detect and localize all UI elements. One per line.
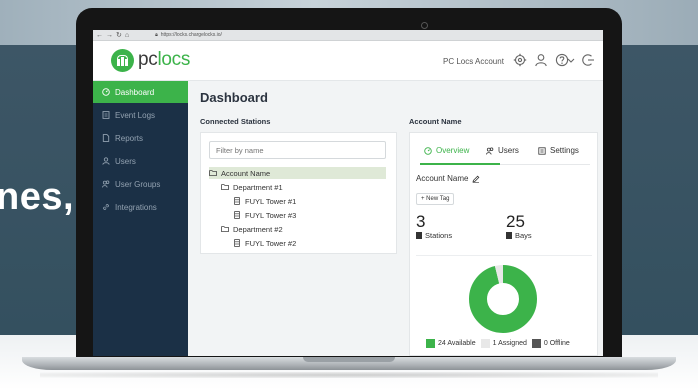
sidebar-item-integrations[interactable]: Integrations <box>93 196 188 218</box>
back-icon[interactable]: ← <box>96 30 103 41</box>
tree-item-department-2[interactable]: Department #2 <box>221 223 283 235</box>
legend-swatch <box>480 339 490 348</box>
legend-item-offline: 0 Offline <box>531 339 570 348</box>
tree-item-fuyl-tower-3[interactable]: FUYL Tower #3 <box>233 209 296 221</box>
sidebar-item-label: Dashboard <box>115 87 155 97</box>
tree-item-label: Department #1 <box>233 182 283 192</box>
browser-bar: ← → ↻ ⌂ 🔒︎ https://locks.chargelocks.io/ <box>93 30 603 41</box>
address-bar[interactable]: 🔒︎ https://locks.chargelocks.io/ <box>155 32 222 38</box>
tree-item-department-1[interactable]: Department #1 <box>221 181 283 193</box>
users-icon <box>486 147 494 155</box>
url-text: https://locks.chargelocks.io/ <box>160 32 222 38</box>
sidebar-item-label: Integrations <box>115 202 157 212</box>
connected-stations-heading: Connected Stations <box>200 117 271 126</box>
tree-item-label: FUYL Tower #1 <box>245 196 297 206</box>
tree-item-fuyl-tower-2[interactable]: FUYL Tower #2 <box>233 237 296 249</box>
legend-label: 24 Available <box>438 340 476 347</box>
page-title: Dashboard <box>200 90 268 105</box>
legend-item-available: 24 Available <box>426 339 476 348</box>
station-icon <box>234 239 240 247</box>
bay-status-donut-chart <box>469 265 537 333</box>
tree-item-label: Account Name <box>221 168 271 178</box>
tree-item-label: Department #2 <box>233 224 283 234</box>
account-panel-card: Overview Users Settings Account Name + N… <box>409 132 598 356</box>
link-icon <box>103 204 109 210</box>
tree-item-label: FUYL Tower #3 <box>245 210 297 220</box>
backdrop-headline: nes, <box>0 176 75 218</box>
user-icon <box>102 157 110 165</box>
sidebar-item-users[interactable]: Users <box>93 150 188 172</box>
laptop-shadow <box>40 372 658 378</box>
lock-icon: 🔒︎ <box>155 32 158 38</box>
legend-swatch <box>531 339 541 348</box>
sidebar-item-label: Users <box>115 156 136 166</box>
legend-label: 1 Assigned <box>492 340 527 347</box>
sidebar-item-user-groups[interactable]: User Groups <box>93 173 188 195</box>
tab-active-indicator <box>420 163 500 165</box>
app-screen: ← → ↻ ⌂ 🔒︎ https://locks.chargelocks.io/… <box>93 30 603 356</box>
logo-text: pclocs <box>138 49 191 70</box>
gear-icon[interactable] <box>513 53 527 67</box>
sidebar-item-label: User Groups <box>115 179 161 189</box>
user-icon[interactable] <box>534 53 548 67</box>
laptop-notch <box>303 357 395 362</box>
filter-input[interactable] <box>209 141 386 159</box>
edit-icon[interactable] <box>472 175 480 183</box>
station-icon <box>416 232 422 239</box>
sidebar: Dashboard Event Logs Reports Users User … <box>93 81 188 356</box>
tree-item-label: FUYL Tower #2 <box>245 238 297 248</box>
folder-icon <box>221 226 229 232</box>
sidebar-item-event-logs[interactable]: Event Logs <box>93 104 188 126</box>
chevron-down-icon[interactable] <box>567 53 575 67</box>
tab-users[interactable]: Users <box>486 146 519 155</box>
account-panel-heading: Account Name <box>409 117 462 126</box>
settings-icon <box>538 146 546 155</box>
connected-stations-card: Account Name Department #1 FUYL Tower #1… <box>200 132 397 254</box>
account-label: PC Locs Account <box>443 57 504 66</box>
overview-icon <box>424 146 432 155</box>
logo-icon <box>111 49 134 72</box>
logout-icon[interactable] <box>581 53 595 67</box>
tree-item-account[interactable]: Account Name <box>209 167 386 179</box>
account-name-label: Account Name <box>416 174 480 183</box>
tab-settings[interactable]: Settings <box>538 146 579 155</box>
bays-count: 25 <box>506 212 525 231</box>
station-icon <box>234 211 240 219</box>
new-tag-button[interactable]: + New Tag <box>416 193 455 205</box>
home-icon[interactable]: ⌂ <box>125 30 129 41</box>
forward-icon[interactable]: → <box>106 30 113 41</box>
sidebar-item-dashboard[interactable]: Dashboard <box>93 81 188 103</box>
bay-icon <box>506 232 512 239</box>
legend-item-assigned: 1 Assigned <box>480 339 527 348</box>
stations-count: 3 <box>416 212 426 231</box>
dashboard-icon <box>102 88 110 96</box>
reload-icon[interactable]: ↻ <box>116 30 122 41</box>
sidebar-item-reports[interactable]: Reports <box>93 127 188 149</box>
bays-label: Bays <box>506 231 532 240</box>
tab-overview[interactable]: Overview <box>424 146 469 155</box>
users-icon <box>102 180 110 188</box>
stats-divider <box>416 255 592 256</box>
app-header: pclocs PC Locs Account <box>93 41 603 81</box>
sidebar-item-label: Reports <box>115 133 144 143</box>
report-icon <box>102 134 110 142</box>
chart-legend: 24 Available 1 Assigned 0 Offline <box>426 339 575 348</box>
stations-label: Stations <box>416 231 452 240</box>
folder-icon <box>221 184 229 190</box>
legend-label: 0 Offline <box>543 340 570 347</box>
folder-icon <box>209 170 217 176</box>
sidebar-item-label: Event Logs <box>115 110 156 120</box>
log-icon <box>102 111 110 119</box>
station-icon <box>234 197 240 205</box>
tree-item-fuyl-tower-1[interactable]: FUYL Tower #1 <box>233 195 296 207</box>
legend-swatch <box>426 339 435 348</box>
camera-icon <box>421 22 428 29</box>
